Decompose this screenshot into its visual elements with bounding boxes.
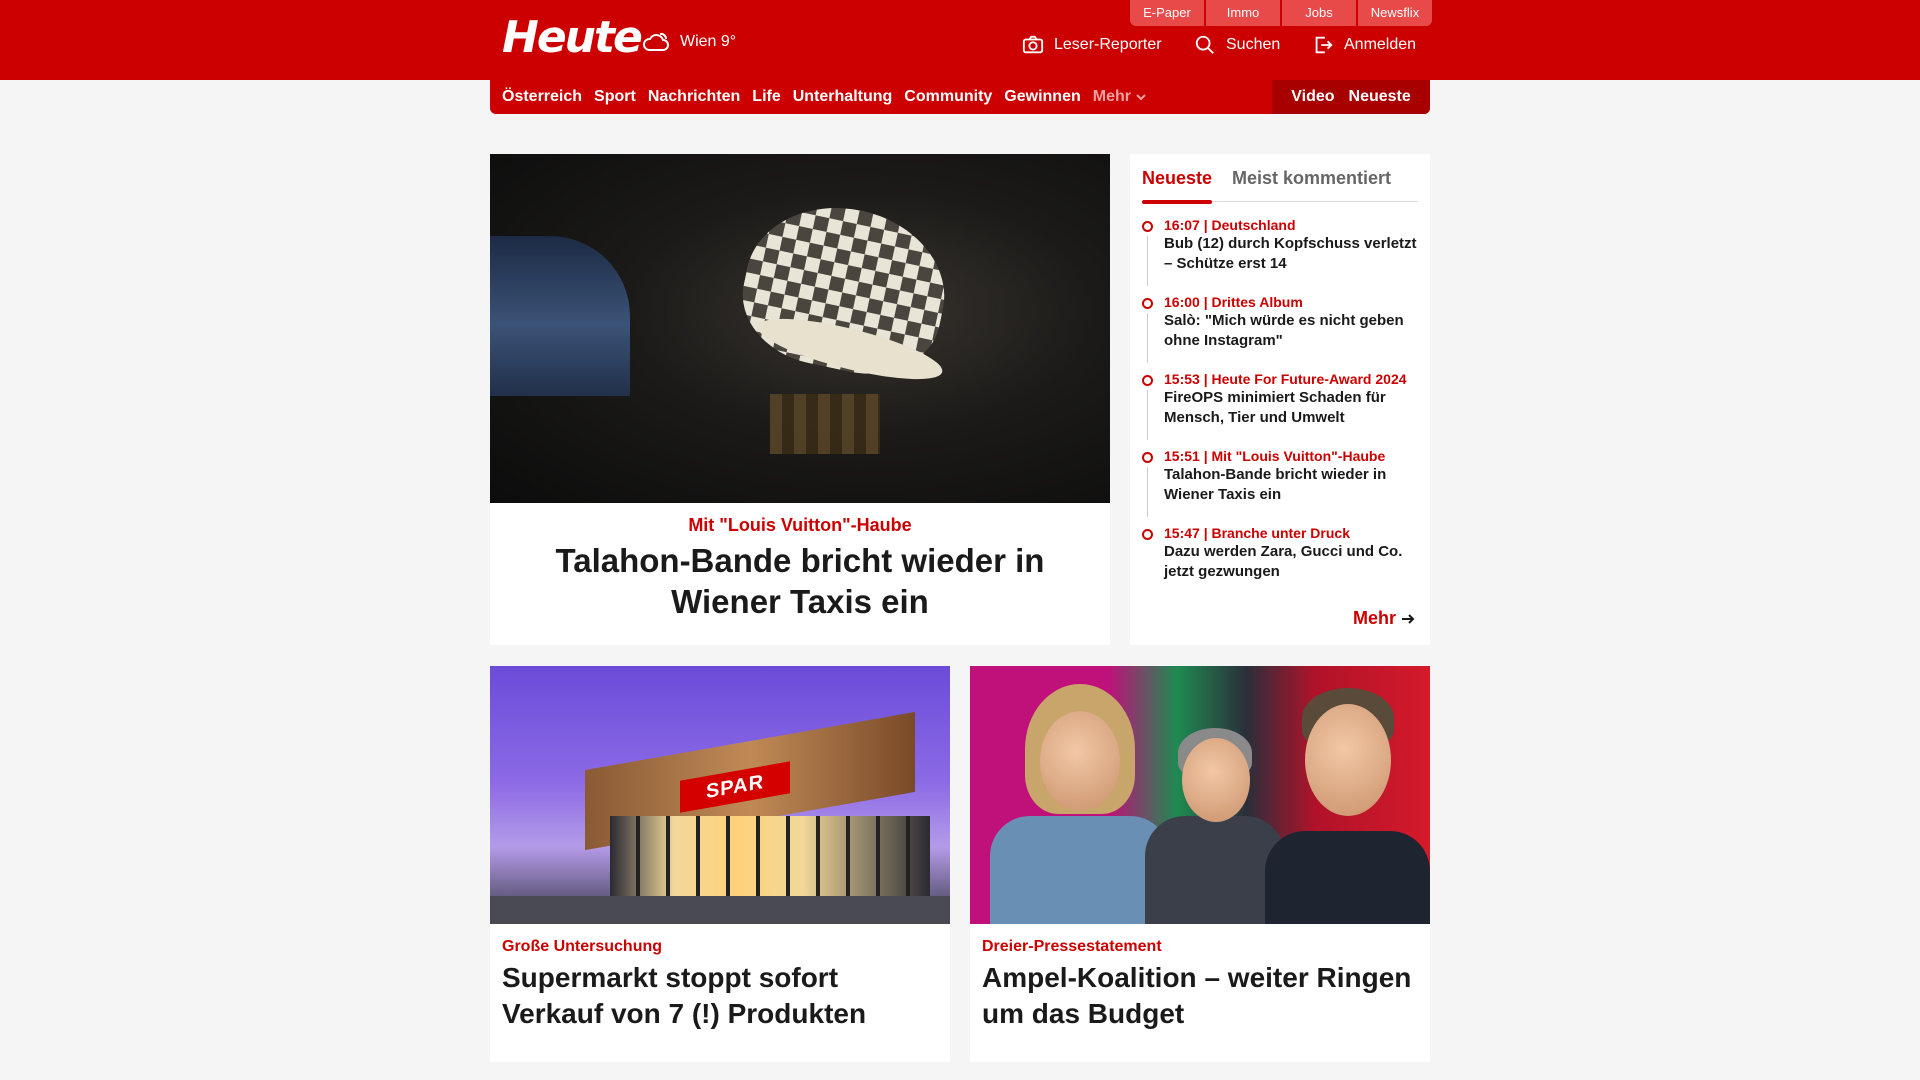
timeline-meta: 15:53 | Heute For Future-Award 2024: [1164, 371, 1407, 387]
login-label: Anmelden: [1344, 36, 1417, 53]
timeline-item[interactable]: 16:00 | Drittes Album Salò: "Mich würde …: [1142, 293, 1422, 363]
timeline-dot: [1142, 221, 1153, 232]
sidebar-tabs: Neueste Meist kommentiert: [1142, 162, 1418, 204]
latest-news-sidebar: Neueste Meist kommentiert 16:07 | Deutsc…: [1130, 154, 1430, 645]
article-card-kicker: Dreier-Pressestatement: [982, 938, 1162, 955]
leser-reporter-button[interactable]: Leser-Reporter: [1022, 34, 1162, 56]
nav-right-group: Video Neueste: [1272, 80, 1430, 114]
site-header: Heute Wien 9° E-Paper Immo Jobs Newsflix…: [0, 0, 1920, 80]
nav-item-gewinnen[interactable]: Gewinnen: [1004, 88, 1080, 106]
nav-item-sport[interactable]: Sport: [594, 88, 636, 106]
nav-item-unterhaltung[interactable]: Unterhaltung: [793, 88, 893, 106]
nav-item-life[interactable]: Life: [752, 88, 780, 106]
article-card[interactable]: Dreier-Pressestatement Ampel-Koalition –…: [970, 666, 1430, 1062]
tab-neueste[interactable]: Neueste: [1142, 168, 1213, 204]
timeline-meta: 16:07 | Deutschland: [1164, 217, 1296, 233]
nav-more-label: Mehr: [1092, 88, 1131, 105]
toplink-immo[interactable]: Immo: [1206, 0, 1280, 26]
login-button[interactable]: Anmelden: [1312, 34, 1416, 56]
timeline-item[interactable]: 15:53 | Heute For Future-Award 2024 Fire…: [1142, 370, 1422, 440]
timeline-meta: 15:51 | Mit "Louis Vuitton"-Haube: [1164, 448, 1386, 464]
timeline-item[interactable]: 16:07 | Deutschland Bub (12) durch Kopfs…: [1142, 216, 1422, 286]
sidebar-more-label: Mehr: [1352, 608, 1396, 628]
timeline-meta: 16:00 | Drittes Album: [1164, 294, 1303, 310]
toplink-epaper[interactable]: E-Paper: [1130, 0, 1204, 26]
toplink-jobs[interactable]: Jobs: [1282, 0, 1356, 26]
article-card-image[interactable]: [970, 666, 1430, 924]
lead-article-image[interactable]: [490, 154, 1110, 503]
nav-item-neueste[interactable]: Neueste: [1349, 88, 1411, 106]
lead-article-kicker: Mit "Louis Vuitton"-Haube: [688, 515, 912, 535]
chevron-down-icon: [1136, 94, 1146, 101]
lead-article[interactable]: Mit "Louis Vuitton"-Haube Talahon-Bande …: [490, 154, 1110, 645]
lead-article-title[interactable]: Talahon-Bande bricht wieder in Wiener Ta…: [490, 536, 1110, 622]
login-icon: [1315, 36, 1333, 54]
search-icon: [1195, 35, 1214, 54]
timeline-dot: [1142, 452, 1153, 463]
arrow-right-icon: [1402, 613, 1415, 624]
timeline-item[interactable]: 15:47 | Branche unter Druck Dazu werden …: [1142, 524, 1422, 582]
article-card-image[interactable]: SPAR: [490, 666, 950, 924]
timeline-title[interactable]: Bub (12) durch Kopfschuss verletzt – Sch…: [1164, 234, 1422, 274]
timeline-dot: [1142, 375, 1153, 386]
timeline-item[interactable]: 15:51 | Mit "Louis Vuitton"-Haube Talaho…: [1142, 447, 1422, 517]
cloud-sun-icon: [643, 32, 669, 51]
timeline-title[interactable]: Talahon-Bande bricht wieder in Wiener Ta…: [1164, 465, 1422, 505]
nav-more-dropdown[interactable]: Mehr: [1093, 88, 1147, 106]
timeline-title[interactable]: FireOPS minimiert Schaden für Mensch, Ti…: [1164, 388, 1422, 428]
timeline-title[interactable]: Dazu werden Zara, Gucci und Co. jetzt ge…: [1164, 542, 1422, 582]
camera-icon: [1022, 35, 1044, 54]
timeline-meta: 15:47 | Branche unter Druck: [1164, 525, 1350, 541]
sidebar-more-link[interactable]: Mehr: [1353, 608, 1416, 629]
toplink-newsflix[interactable]: Newsflix: [1358, 0, 1432, 26]
weather-widget[interactable]: Wien 9°: [640, 28, 736, 56]
weather-label: Wien 9°: [680, 33, 737, 50]
top-links: E-Paper Immo Jobs Newsflix: [1130, 0, 1432, 26]
article-card-kicker: Große Untersuchung: [502, 938, 663, 955]
nav-item-video[interactable]: Video: [1291, 88, 1334, 106]
nav-item-nachrichten[interactable]: Nachrichten: [648, 88, 740, 106]
timeline-title[interactable]: Salò: "Mich würde es nicht geben ohne In…: [1164, 311, 1422, 351]
tab-meist-kommentiert[interactable]: Meist kommentiert: [1232, 168, 1391, 189]
search-button[interactable]: Suchen: [1194, 34, 1280, 56]
search-label: Suchen: [1226, 36, 1281, 53]
news-timeline: 16:07 | Deutschland Bub (12) durch Kopfs…: [1142, 216, 1422, 601]
main-nav: Österreich Sport Nachrichten Life Unterh…: [490, 80, 1430, 114]
nav-item-oesterreich[interactable]: Österreich: [502, 88, 582, 106]
nav-item-community[interactable]: Community: [904, 88, 992, 106]
article-card-title[interactable]: Ampel-Koalition – weiter Ringen um das B…: [982, 960, 1418, 1032]
leser-reporter-label: Leser-Reporter: [1054, 36, 1162, 53]
timeline-dot: [1142, 298, 1153, 309]
article-card[interactable]: SPAR Große Untersuchung Supermarkt stopp…: [490, 666, 950, 1062]
article-card-title[interactable]: Supermarkt stoppt sofort Verkauf von 7 (…: [502, 960, 938, 1032]
timeline-dot: [1142, 529, 1153, 540]
site-logo[interactable]: Heute: [502, 12, 643, 63]
